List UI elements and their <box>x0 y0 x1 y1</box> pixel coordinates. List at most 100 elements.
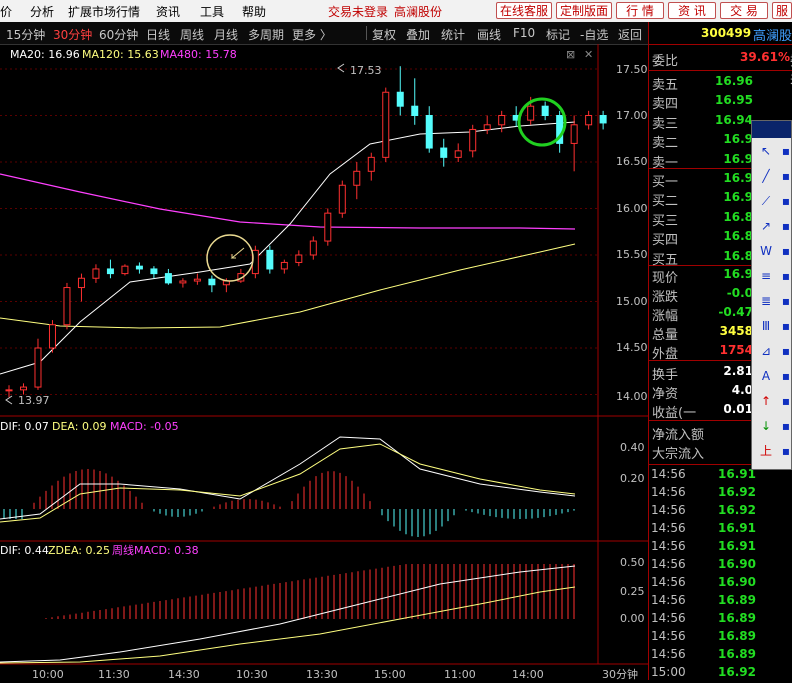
sell-level-row[interactable]: 卖五 16.96 <box>652 74 792 93</box>
menu-news[interactable]: 资讯 <box>156 3 180 20</box>
ma20-legend: MA20: 16.96 <box>10 48 80 61</box>
period-multi[interactable]: 多周期 <box>248 26 284 43</box>
ma480-line <box>0 173 576 230</box>
menu-tools[interactable]: 工具 <box>200 3 224 20</box>
candle-body <box>280 261 288 270</box>
channel-icon[interactable]: ≡ <box>758 268 774 284</box>
service-button[interactable]: 服 <box>772 2 792 19</box>
ray-icon[interactable]: ↗ <box>758 218 774 234</box>
period-more[interactable]: 更多 〉 <box>292 26 332 43</box>
macd2-dea-label: ZDEA: 0.25 <box>48 544 110 557</box>
text-icon[interactable]: A <box>758 368 774 384</box>
time-label: 10:00 <box>32 668 64 680</box>
candle-body <box>208 278 216 286</box>
candle-body <box>179 280 187 284</box>
annotation-circle-yellow[interactable] <box>206 234 254 282</box>
period-day[interactable]: 日线 <box>146 26 170 43</box>
trade-status: 交易未登录 <box>328 5 389 19</box>
cursor-icon[interactable]: ↖ <box>758 143 774 159</box>
tick-row: 14:56 16.91 <box>648 521 792 539</box>
period-60min[interactable]: 60分钟 <box>99 26 138 43</box>
tick-row: 14:56 16.92 <box>648 503 792 521</box>
candle-body <box>367 156 375 172</box>
remove-watchlist-button[interactable]: -自选 <box>580 26 608 43</box>
time-label: 14:30 <box>168 668 200 680</box>
ray-alt-icon[interactable]: ▪ <box>778 218 792 234</box>
kline-chart[interactable]: MA20: 16.96 MA120: 15.63 MA480: 15.78 ⊠ … <box>0 44 648 680</box>
tick-time: 14:56 <box>651 503 686 517</box>
ma20-line <box>0 121 576 375</box>
period-30min[interactable]: 30分钟 <box>53 26 92 43</box>
restore-rights-button[interactable]: 复权 <box>372 26 396 43</box>
candle-body <box>570 124 578 144</box>
cycle-icon[interactable]: Ⅲ <box>758 318 774 334</box>
fib-icon[interactable]: ≣ <box>758 293 774 309</box>
ma120-line <box>0 243 576 329</box>
line-alt-icon[interactable]: ▪ <box>778 168 792 184</box>
drawing-toolbox[interactable]: ↖ ▪ ╱ ▪ ⟋ ▪ ↗ ▪ W ▪ ≡ ▪ ≣ ▪ Ⅲ ▪ ⊿ ▪ A ▪ ↑ ▪ ↓ ▪ 上 ▪ <box>751 120 792 470</box>
stats-button[interactable]: 统计 <box>441 26 465 43</box>
channel-alt-icon[interactable]: ▪ <box>778 268 792 284</box>
stock-header: 300499 高澜股 <box>649 22 792 44</box>
period-month[interactable]: 月线 <box>214 26 238 43</box>
candle-body <box>106 268 114 275</box>
macd2-axis-label: 0.25 <box>620 585 645 598</box>
price-grid <box>0 68 598 395</box>
gann-icon[interactable]: ⊿ <box>758 343 774 359</box>
level-price: 16.9 <box>723 151 753 166</box>
candle-body <box>309 240 317 256</box>
gann-alt-icon[interactable]: ▪ <box>778 343 792 359</box>
time-label: 10:30 <box>236 668 268 680</box>
quote-button[interactable]: 行 情 <box>616 2 664 19</box>
segment-alt-icon[interactable]: ▪ <box>778 193 792 209</box>
stat-value: 16.9 <box>723 267 753 281</box>
back-button[interactable]: 返回 <box>618 26 642 43</box>
overlay-button[interactable]: 叠加 <box>406 26 430 43</box>
macd1-macd-label: MACD: -0.05 <box>110 420 179 433</box>
stock-code: 300499 <box>701 26 752 40</box>
segment-icon[interactable]: ⟋ <box>758 193 774 209</box>
tick-price: 16.89 <box>718 593 756 607</box>
settings-icon[interactable]: ⊠ <box>566 48 575 61</box>
trade-button[interactable]: 交 易 <box>720 2 768 19</box>
level-label: 卖四 <box>652 97 679 113</box>
wave-alt-icon[interactable]: ▪ <box>778 243 792 259</box>
tick-time: 14:56 <box>651 629 686 643</box>
divider <box>649 44 792 45</box>
stat-label: 现价 <box>652 271 679 286</box>
high-marker-icon <box>337 63 345 73</box>
cycle-alt-icon[interactable]: ▪ <box>778 318 792 334</box>
menu-price[interactable]: 价 <box>0 3 12 20</box>
delete-alt-icon[interactable]: ▪ <box>778 443 792 459</box>
toolbox-titlebar[interactable] <box>752 121 791 138</box>
custom-layout-button[interactable]: 定制版面 <box>556 2 612 19</box>
arrow-down-alt-icon[interactable]: ▪ <box>778 418 792 434</box>
close-icon[interactable]: ✕ <box>584 48 593 61</box>
period-week[interactable]: 周线 <box>180 26 204 43</box>
mark-button[interactable]: 标记 <box>546 26 570 43</box>
f10-button[interactable]: F10 <box>513 26 535 40</box>
menu-analysis[interactable]: 分析 <box>30 3 54 20</box>
line-icon[interactable]: ╱ <box>758 168 774 184</box>
stat-label: 涨幅 <box>652 309 679 324</box>
wave-icon[interactable]: W <box>758 243 774 259</box>
menu-help[interactable]: 帮助 <box>242 3 266 20</box>
info-button[interactable]: 资 讯 <box>668 2 716 19</box>
draw-line-button[interactable]: 画线 <box>477 26 501 43</box>
online-service-button[interactable]: 在线客服 <box>496 2 552 19</box>
arrow-up-alt-icon[interactable]: ▪ <box>778 393 792 409</box>
level-price: 16.96 <box>715 74 753 88</box>
fib-alt-icon[interactable]: ▪ <box>778 293 792 309</box>
sell-level-row[interactable]: 卖四 16.95 <box>652 93 792 112</box>
cursor-alt-icon[interactable]: ▪ <box>778 143 792 159</box>
level-price: 16.9 <box>723 171 753 185</box>
period-15min[interactable]: 15分钟 <box>6 26 45 43</box>
menu-ext-market[interactable]: 扩展市场行情 <box>68 3 140 20</box>
arrow-down-icon[interactable]: ↓ <box>758 418 774 434</box>
tick-time: 14:56 <box>651 575 686 589</box>
tick-price: 16.91 <box>718 521 756 535</box>
delete-icon[interactable]: 上 <box>758 443 774 459</box>
text-alt-icon[interactable]: ▪ <box>778 368 792 384</box>
level-price: 16.9 <box>723 190 753 205</box>
arrow-up-icon[interactable]: ↑ <box>758 393 774 409</box>
